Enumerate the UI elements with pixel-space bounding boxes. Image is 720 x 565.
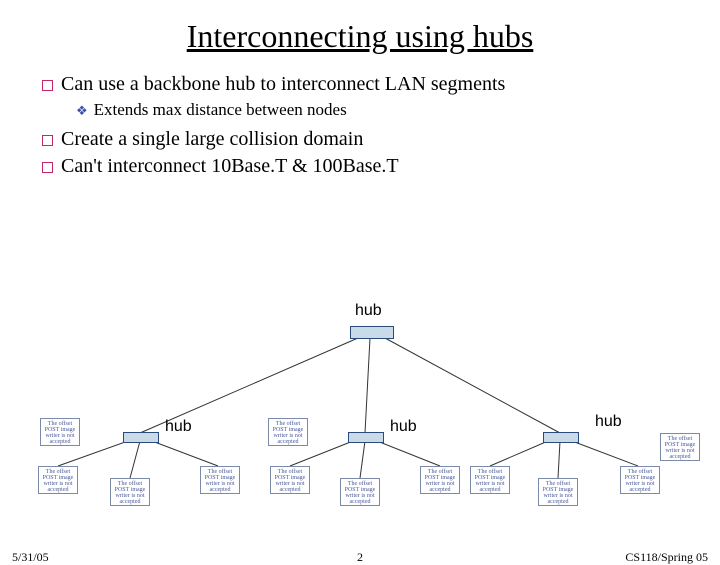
node-placeholder: The offset POST image writer is not acce… xyxy=(538,478,578,506)
node-placeholder: The offset POST image writer is not acce… xyxy=(38,466,78,494)
slide-title: Interconnecting using hubs xyxy=(0,18,720,55)
hub-label-top: hub xyxy=(355,302,382,320)
bullet-icon xyxy=(42,135,53,146)
footer-page: 2 xyxy=(357,550,363,565)
hub-label-right: hub xyxy=(595,413,622,431)
sub-bullet-1-text: Extends max distance between nodes xyxy=(94,100,347,119)
node-placeholder: The offset POST image writer is not acce… xyxy=(200,466,240,494)
network-diagram: hub hub hub hub The offset POST image wr… xyxy=(0,278,720,508)
hub-label-center: hub xyxy=(390,418,417,436)
hub-box-center xyxy=(348,432,384,443)
node-placeholder: The offset POST image writer is not acce… xyxy=(420,466,460,494)
bullet-2-text: Create a single large collision domain xyxy=(61,128,363,150)
node-placeholder: The offset POST image writer is not acce… xyxy=(660,433,700,461)
node-placeholder: The offset POST image writer is not acce… xyxy=(620,466,660,494)
hub-box-left xyxy=(123,432,159,443)
diamond-icon: ❖ xyxy=(76,103,88,119)
bullet-icon xyxy=(42,80,53,91)
sub-bullet-1: ❖ Extends max distance between nodes xyxy=(76,100,720,120)
node-placeholder: The offset POST image writer is not acce… xyxy=(40,418,80,446)
footer-date: 5/31/05 xyxy=(12,550,49,565)
bullet-list: Can use a backbone hub to interconnect L… xyxy=(42,73,720,178)
bullet-3: Can't interconnect 10Base.T & 100Base.T xyxy=(42,155,720,178)
bullet-3-text: Can't interconnect 10Base.T & 100Base.T xyxy=(61,155,399,177)
hub-box-top xyxy=(350,326,394,339)
bullet-1-text: Can use a backbone hub to interconnect L… xyxy=(61,73,505,95)
hub-label-left: hub xyxy=(165,418,192,436)
bullet-icon xyxy=(42,162,53,173)
footer-course: CS118/Spring 05 xyxy=(625,550,708,565)
bullet-2: Create a single large collision domain xyxy=(42,128,720,151)
node-placeholder: The offset POST image writer is not acce… xyxy=(340,478,380,506)
node-placeholder: The offset POST image writer is not acce… xyxy=(110,478,150,506)
node-placeholder: The offset POST image writer is not acce… xyxy=(268,418,308,446)
node-placeholder: The offset POST image writer is not acce… xyxy=(470,466,510,494)
bullet-1: Can use a backbone hub to interconnect L… xyxy=(42,73,720,96)
node-placeholder: The offset POST image writer is not acce… xyxy=(270,466,310,494)
hub-box-right xyxy=(543,432,579,443)
